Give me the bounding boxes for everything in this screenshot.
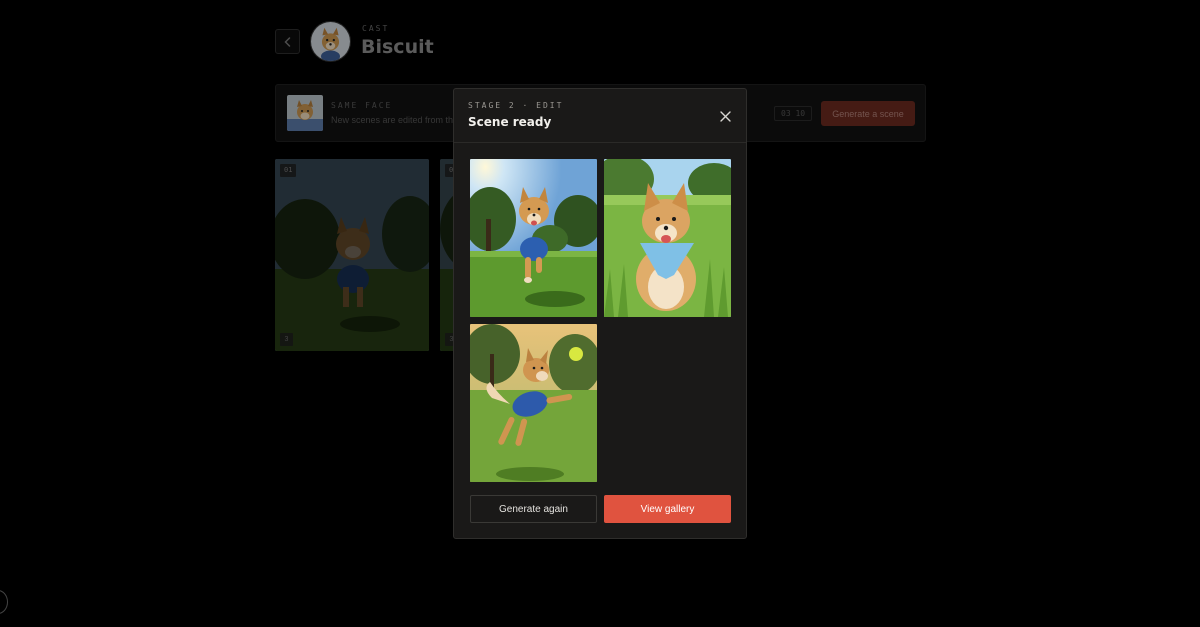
dog-running-park-image [470, 159, 597, 317]
stage-label: STAGE 2 · EDIT [468, 101, 564, 110]
dialog-header: STAGE 2 · EDIT Scene ready [454, 89, 746, 143]
close-button[interactable] [717, 108, 733, 124]
generate-again-button[interactable]: Generate again [470, 495, 597, 523]
scene-image-3[interactable] [470, 324, 597, 482]
dog-sitting-grass-image [604, 159, 731, 317]
view-gallery-button[interactable]: View gallery [604, 495, 731, 523]
close-icon [719, 110, 731, 122]
dog-jumping-ball-image [470, 324, 597, 482]
scene-image-1[interactable] [470, 159, 597, 317]
dialog-title: Scene ready [468, 115, 552, 129]
scene-image-2[interactable] [604, 159, 731, 317]
scene-ready-dialog: STAGE 2 · EDIT Scene ready Generate agai… [453, 88, 747, 539]
